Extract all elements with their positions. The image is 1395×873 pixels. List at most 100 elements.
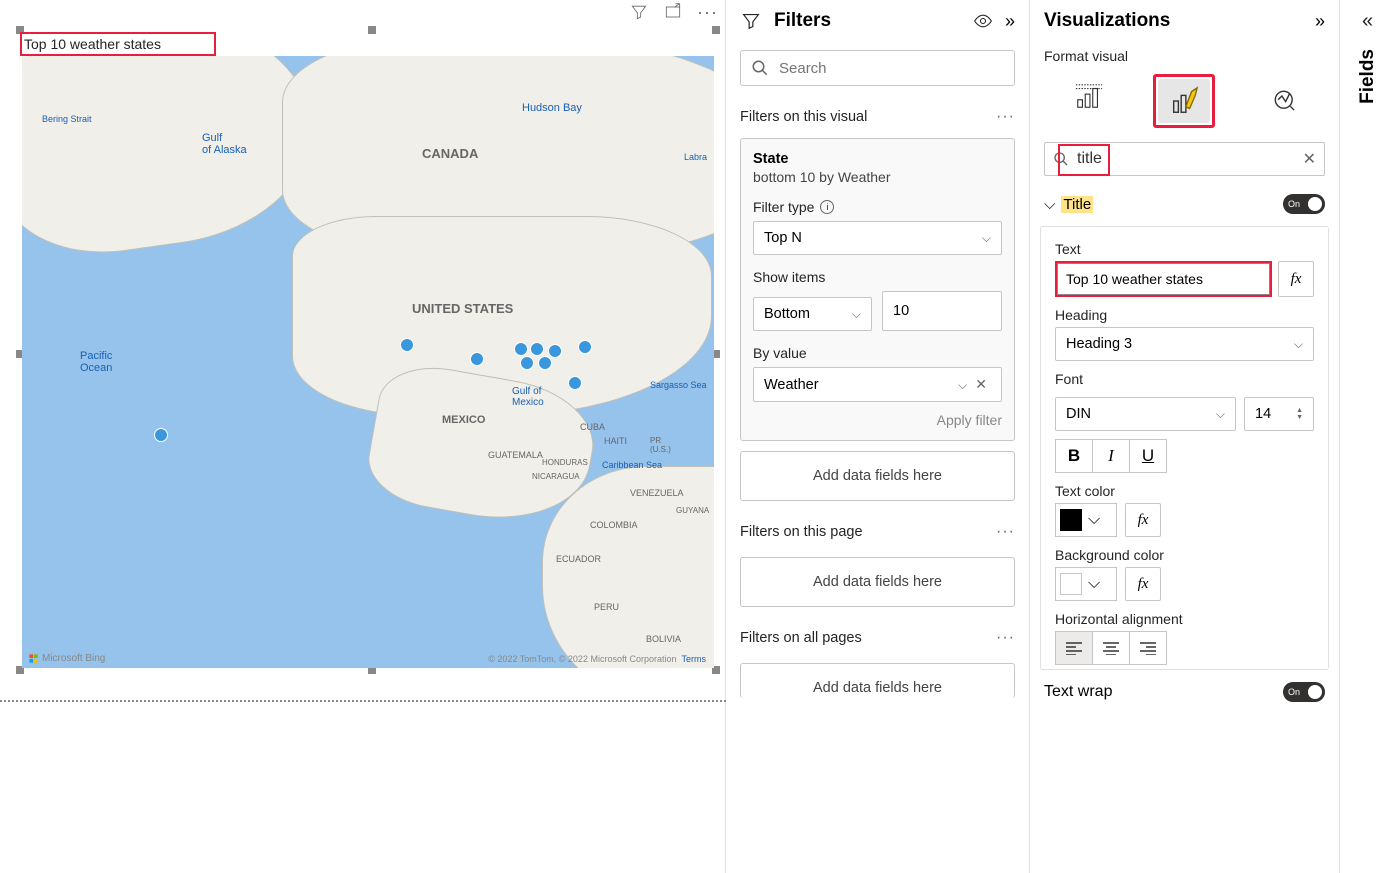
viz-title: Visualizations [1044, 10, 1303, 32]
clear-search-icon[interactable]: ✕ [1303, 149, 1316, 169]
map-label: COLOMBIA [590, 520, 638, 530]
attribution-brand: Microsoft Bing [42, 653, 105, 664]
clear-field-icon[interactable]: ✕ [971, 376, 991, 392]
title-section-header[interactable]: ⌵Title On [1030, 176, 1339, 220]
text-wrap-toggle[interactable]: On [1283, 682, 1325, 702]
align-center-button[interactable] [1092, 631, 1130, 665]
filters-header: Filters » [726, 0, 1029, 42]
bg-color-picker[interactable]: ⌵ [1055, 567, 1117, 601]
add-visual-filter-drop[interactable]: Add data fields here [740, 451, 1015, 501]
fx-button[interactable]: fx [1125, 567, 1161, 601]
map-data-point[interactable] [470, 352, 484, 366]
map-label: NICARAGUA [532, 472, 580, 481]
visualizations-pane: Visualizations » Format visual ✕ ⌵Title … [1030, 0, 1340, 873]
fx-button[interactable]: fx [1278, 261, 1314, 297]
map-attribution: Microsoft Bing [28, 653, 105, 664]
map-data-point[interactable] [578, 340, 592, 354]
section-menu-icon[interactable]: ··· [996, 629, 1015, 647]
italic-button[interactable]: I [1092, 439, 1130, 473]
collapse-icon[interactable]: » [1005, 11, 1015, 32]
align-left-button[interactable] [1055, 631, 1093, 665]
map-label: Bering Strait [42, 114, 92, 124]
eye-icon[interactable] [973, 10, 993, 32]
filter-type-select[interactable]: Top N⌵ [753, 221, 1002, 255]
fields-label[interactable]: Fields [1357, 49, 1379, 104]
font-label: Font [1055, 371, 1314, 387]
title-text-input[interactable] [1057, 263, 1270, 295]
collapse-icon[interactable]: » [1315, 11, 1325, 32]
chevron-down-icon: ⌵ [982, 231, 991, 246]
chevron-down-icon: ⌵ [1044, 196, 1055, 213]
filter-card-state[interactable]: State bottom 10 by Weather Filter typei … [740, 138, 1015, 441]
section-menu-icon[interactable]: ··· [996, 523, 1015, 541]
terms-link[interactable]: Terms [682, 654, 707, 664]
add-all-filter-drop[interactable]: Add data fields here [740, 663, 1015, 698]
fx-button[interactable]: fx [1125, 503, 1161, 537]
filters-pane: Filters » Filters on this visual ··· Sta… [726, 0, 1030, 873]
show-direction-select[interactable]: Bottom⌵ [753, 297, 872, 331]
expand-icon[interactable]: « [1362, 10, 1373, 33]
map-label: PERU [594, 602, 619, 612]
map-label: CUBA [580, 422, 605, 432]
map-label: Sargasso Sea [650, 380, 707, 390]
map-label: PR (U.S.) [650, 436, 671, 454]
map-data-point[interactable] [530, 342, 544, 356]
text-label: Text [1055, 241, 1314, 257]
map-data-point[interactable] [548, 344, 562, 358]
align-right-button[interactable] [1129, 631, 1167, 665]
by-value-field[interactable]: Weather⌵ ✕ [753, 367, 1002, 402]
bold-button[interactable]: B [1055, 439, 1093, 473]
map-label-canada: CANADA [422, 146, 478, 161]
highlight-box [1055, 261, 1272, 297]
visual-title: Top 10 weather states [24, 36, 161, 52]
map-data-point[interactable] [538, 356, 552, 370]
info-icon[interactable]: i [820, 200, 834, 214]
add-page-filter-drop[interactable]: Add data fields here [740, 557, 1015, 607]
text-color-label: Text color [1055, 483, 1314, 499]
map-visual[interactable]: Top 10 weather states CANADA UNITED STAT… [20, 30, 716, 670]
map-data-point[interactable] [514, 342, 528, 356]
filter-icon[interactable] [629, 2, 649, 22]
filter-icon [740, 10, 762, 32]
analytics-tab[interactable] [1254, 74, 1306, 118]
spinner-icon[interactable]: ▲▼ [1296, 407, 1303, 421]
report-canvas: ··· Top 10 weather states CANADA UNITED … [0, 0, 726, 873]
map-data-point[interactable] [568, 376, 582, 390]
chevron-down-icon: ⌵ [1088, 575, 1100, 593]
bing-logo-icon [28, 653, 39, 664]
underline-button[interactable]: U [1129, 439, 1167, 473]
focus-mode-icon[interactable] [663, 2, 683, 22]
show-count-input[interactable] [882, 291, 1002, 331]
apply-filter-button[interactable]: Apply filter [753, 412, 1002, 428]
format-search[interactable]: ✕ [1044, 142, 1325, 176]
resize-handle[interactable] [712, 26, 720, 34]
resize-handle[interactable] [368, 26, 376, 34]
heading-select[interactable]: Heading 3⌵ [1055, 327, 1314, 361]
text-color-picker[interactable]: ⌵ [1055, 503, 1117, 537]
title-toggle[interactable]: On [1283, 194, 1325, 214]
map-label: Pacific Ocean [80, 350, 112, 374]
format-visual-tab[interactable] [1158, 79, 1210, 123]
viz-tabs [1030, 74, 1339, 132]
font-family-select[interactable]: DIN⌵ [1055, 397, 1236, 431]
map-label: GUYANA [676, 506, 709, 515]
font-size-input[interactable]: 14▲▼ [1244, 397, 1314, 431]
viz-header: Visualizations » [1030, 0, 1339, 42]
more-options-icon[interactable]: ··· [697, 2, 717, 22]
map-data-point[interactable] [154, 428, 168, 442]
build-visual-tab[interactable] [1063, 74, 1115, 118]
resize-handle[interactable] [16, 26, 24, 34]
filters-visual-section: Filters on this visual ··· [726, 94, 1029, 134]
filters-search-input[interactable] [779, 60, 1004, 77]
format-search-input[interactable] [1077, 150, 1295, 168]
alignment-group [1055, 631, 1314, 665]
filters-search[interactable] [740, 50, 1015, 86]
chevron-down-icon: ⌵ [1294, 337, 1303, 352]
text-wrap-row: Text wrap On [1030, 670, 1339, 702]
map-data-point[interactable] [520, 356, 534, 370]
title-section-body: Text fx Heading Heading 3⌵ Font DIN⌵ 14▲… [1040, 226, 1329, 670]
map-surface[interactable]: CANADA UNITED STATES MEXICO Gulf of Alas… [22, 56, 714, 668]
map-data-point[interactable] [400, 338, 414, 352]
viz-subtitle: Format visual [1030, 42, 1339, 74]
section-menu-icon[interactable]: ··· [996, 108, 1015, 126]
